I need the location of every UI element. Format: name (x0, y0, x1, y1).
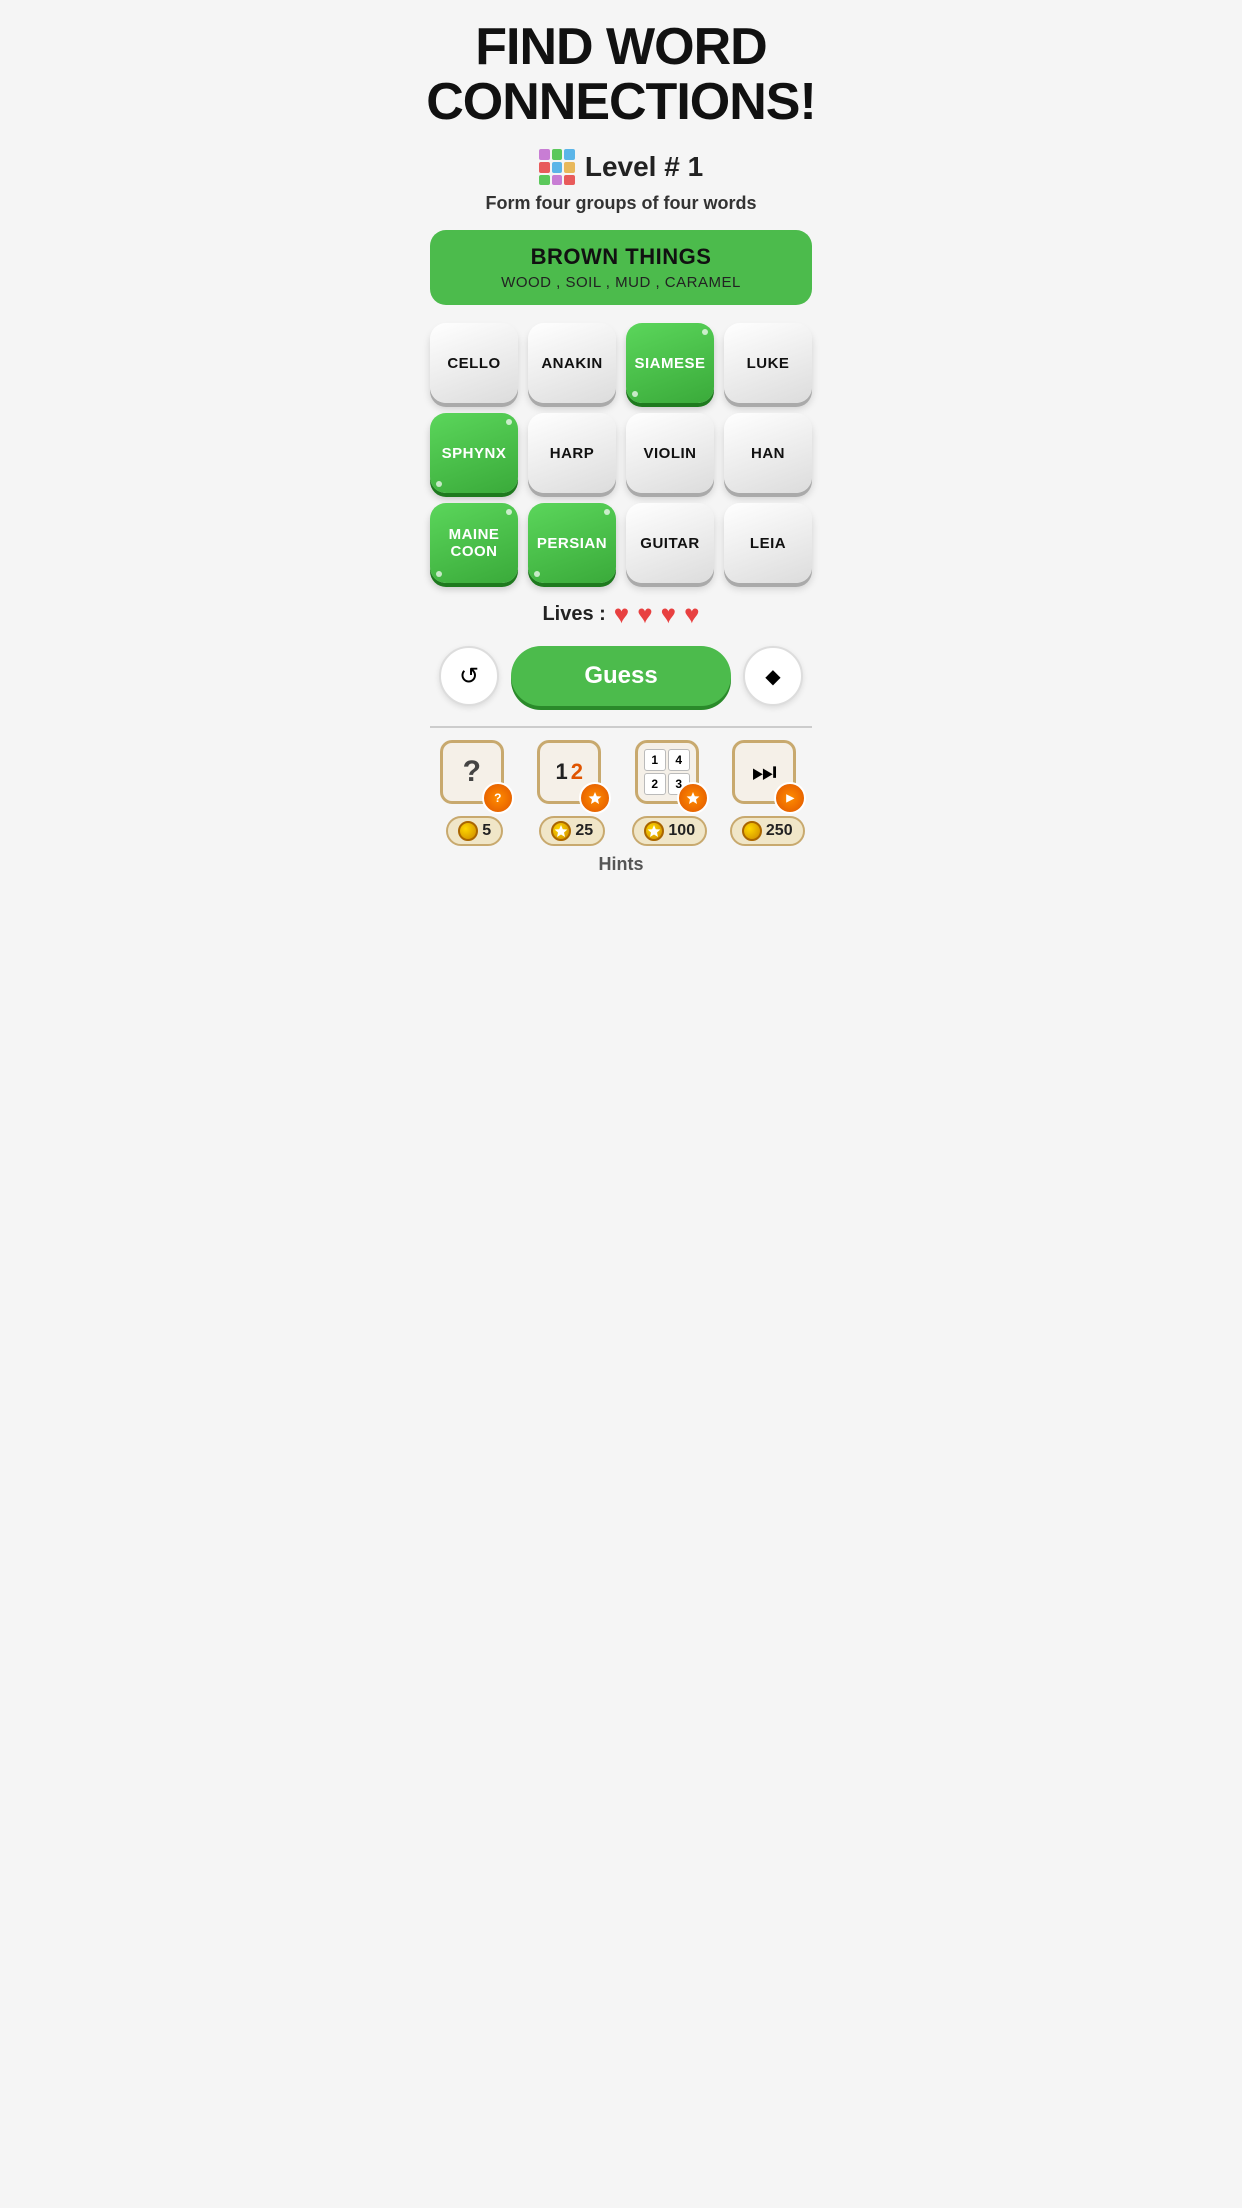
heart-2: ♥ (637, 599, 652, 630)
hint-item-3[interactable]: 1 4 2 3 100 (625, 740, 715, 846)
hint-1-orange-badge: ? (482, 782, 514, 814)
hint-item-1[interactable]: ? ? 5 (430, 740, 520, 846)
subtitle: Form four groups of four words (486, 193, 757, 214)
skip-icon: ⏭ (752, 756, 777, 789)
word-tile-2[interactable]: SIAMESE (626, 323, 714, 403)
word-tile-8[interactable]: MAINE COON (430, 503, 518, 583)
hint-2-num2: 2 (571, 759, 583, 785)
hint-icon-3-wrap: 1 4 2 3 (635, 740, 705, 810)
hint-1-cost: 5 (446, 816, 503, 846)
erase-button[interactable]: ◆ (743, 646, 803, 706)
word-tile-4[interactable]: SPHYNX (430, 413, 518, 493)
coin-star-3 (647, 824, 661, 838)
word-tile-6[interactable]: VIOLIN (626, 413, 714, 493)
coin-icon-3 (644, 821, 664, 841)
guess-button[interactable]: Guess (511, 646, 731, 706)
main-title: FIND WORD CONNECTIONS! (426, 20, 816, 129)
word-tile-7[interactable]: HAN (724, 413, 812, 493)
hint-2-num1: 1 (556, 759, 568, 785)
hint-4-orange-badge: ▶ (774, 782, 806, 814)
hint-4-cost: 250 (730, 816, 805, 846)
word-tile-9[interactable]: PERSIAN (528, 503, 616, 583)
heart-3: ♥ (661, 599, 676, 630)
hint-3-cost-text: 100 (668, 822, 695, 840)
hint-1-badge-icon: ? (494, 791, 501, 805)
action-row: ↺ Guess ◆ (430, 646, 812, 706)
app-container: FIND WORD CONNECTIONS! Level # 1 Form fo… (414, 0, 828, 885)
solved-group-title: BROWN THINGS (450, 244, 792, 270)
hint-2-numbers: 1 2 (556, 759, 584, 785)
word-tile-11[interactable]: LEIA (724, 503, 812, 583)
hint-icon-2-wrap: 1 2 (537, 740, 607, 810)
word-tile-0[interactable]: CELLO (430, 323, 518, 403)
hint-2-orange-badge (579, 782, 611, 814)
word-grid: CELLOANAKINSIAMESELUKE SPHYNXHARPVIOLINHA… (430, 323, 812, 583)
star-icon-3 (686, 791, 700, 805)
solved-group-words: WOOD , SOIL , MUD , CARAMEL (450, 274, 792, 291)
hint-2-cost-text: 25 (575, 822, 593, 840)
hints-grid: ? ? 5 1 2 (430, 740, 812, 846)
hint-1-cost-text: 5 (482, 822, 491, 840)
coin-star-2 (554, 824, 568, 838)
hint-3-n4: 4 (668, 749, 690, 771)
hint-3-cost: 100 (632, 816, 707, 846)
lives-row: Lives : ♥ ♥ ♥ ♥ (542, 599, 699, 630)
shuffle-button[interactable]: ↺ (439, 646, 499, 706)
heart-4: ♥ (684, 599, 699, 630)
coin-icon-1 (458, 821, 478, 841)
hint-3-n1: 1 (644, 749, 666, 771)
hint-item-4[interactable]: ⏭ ▶ 250 (723, 740, 813, 846)
word-tile-5[interactable]: HARP (528, 413, 616, 493)
hint-icon-4-wrap: ⏭ ▶ (732, 740, 802, 810)
word-tile-1[interactable]: ANAKIN (528, 323, 616, 403)
solved-group: BROWN THINGS WOOD , SOIL , MUD , CARAMEL (430, 230, 812, 305)
hint-item-2[interactable]: 1 2 25 (528, 740, 618, 846)
hint-4-badge-icon: ▶ (786, 793, 794, 804)
level-row: Level # 1 (539, 149, 703, 185)
hint-icon-1-wrap: ? ? (440, 740, 510, 810)
star-icon-2 (588, 791, 602, 805)
word-tile-10[interactable]: GUITAR (626, 503, 714, 583)
level-text: Level # 1 (585, 151, 703, 183)
hint-3-orange-badge (677, 782, 709, 814)
lives-label: Lives : (542, 603, 605, 626)
word-tile-3[interactable]: LUKE (724, 323, 812, 403)
coin-icon-4 (742, 821, 762, 841)
hint-4-cost-text: 250 (766, 822, 793, 840)
hint-3-n2: 2 (644, 773, 666, 795)
heart-1: ♥ (614, 599, 629, 630)
coin-icon-2 (551, 821, 571, 841)
hints-section: ? ? 5 1 2 (430, 726, 812, 875)
grid-icon (539, 149, 575, 185)
hint-2-cost: 25 (539, 816, 605, 846)
hints-label: Hints (430, 854, 812, 875)
question-mark: ? (463, 755, 481, 789)
